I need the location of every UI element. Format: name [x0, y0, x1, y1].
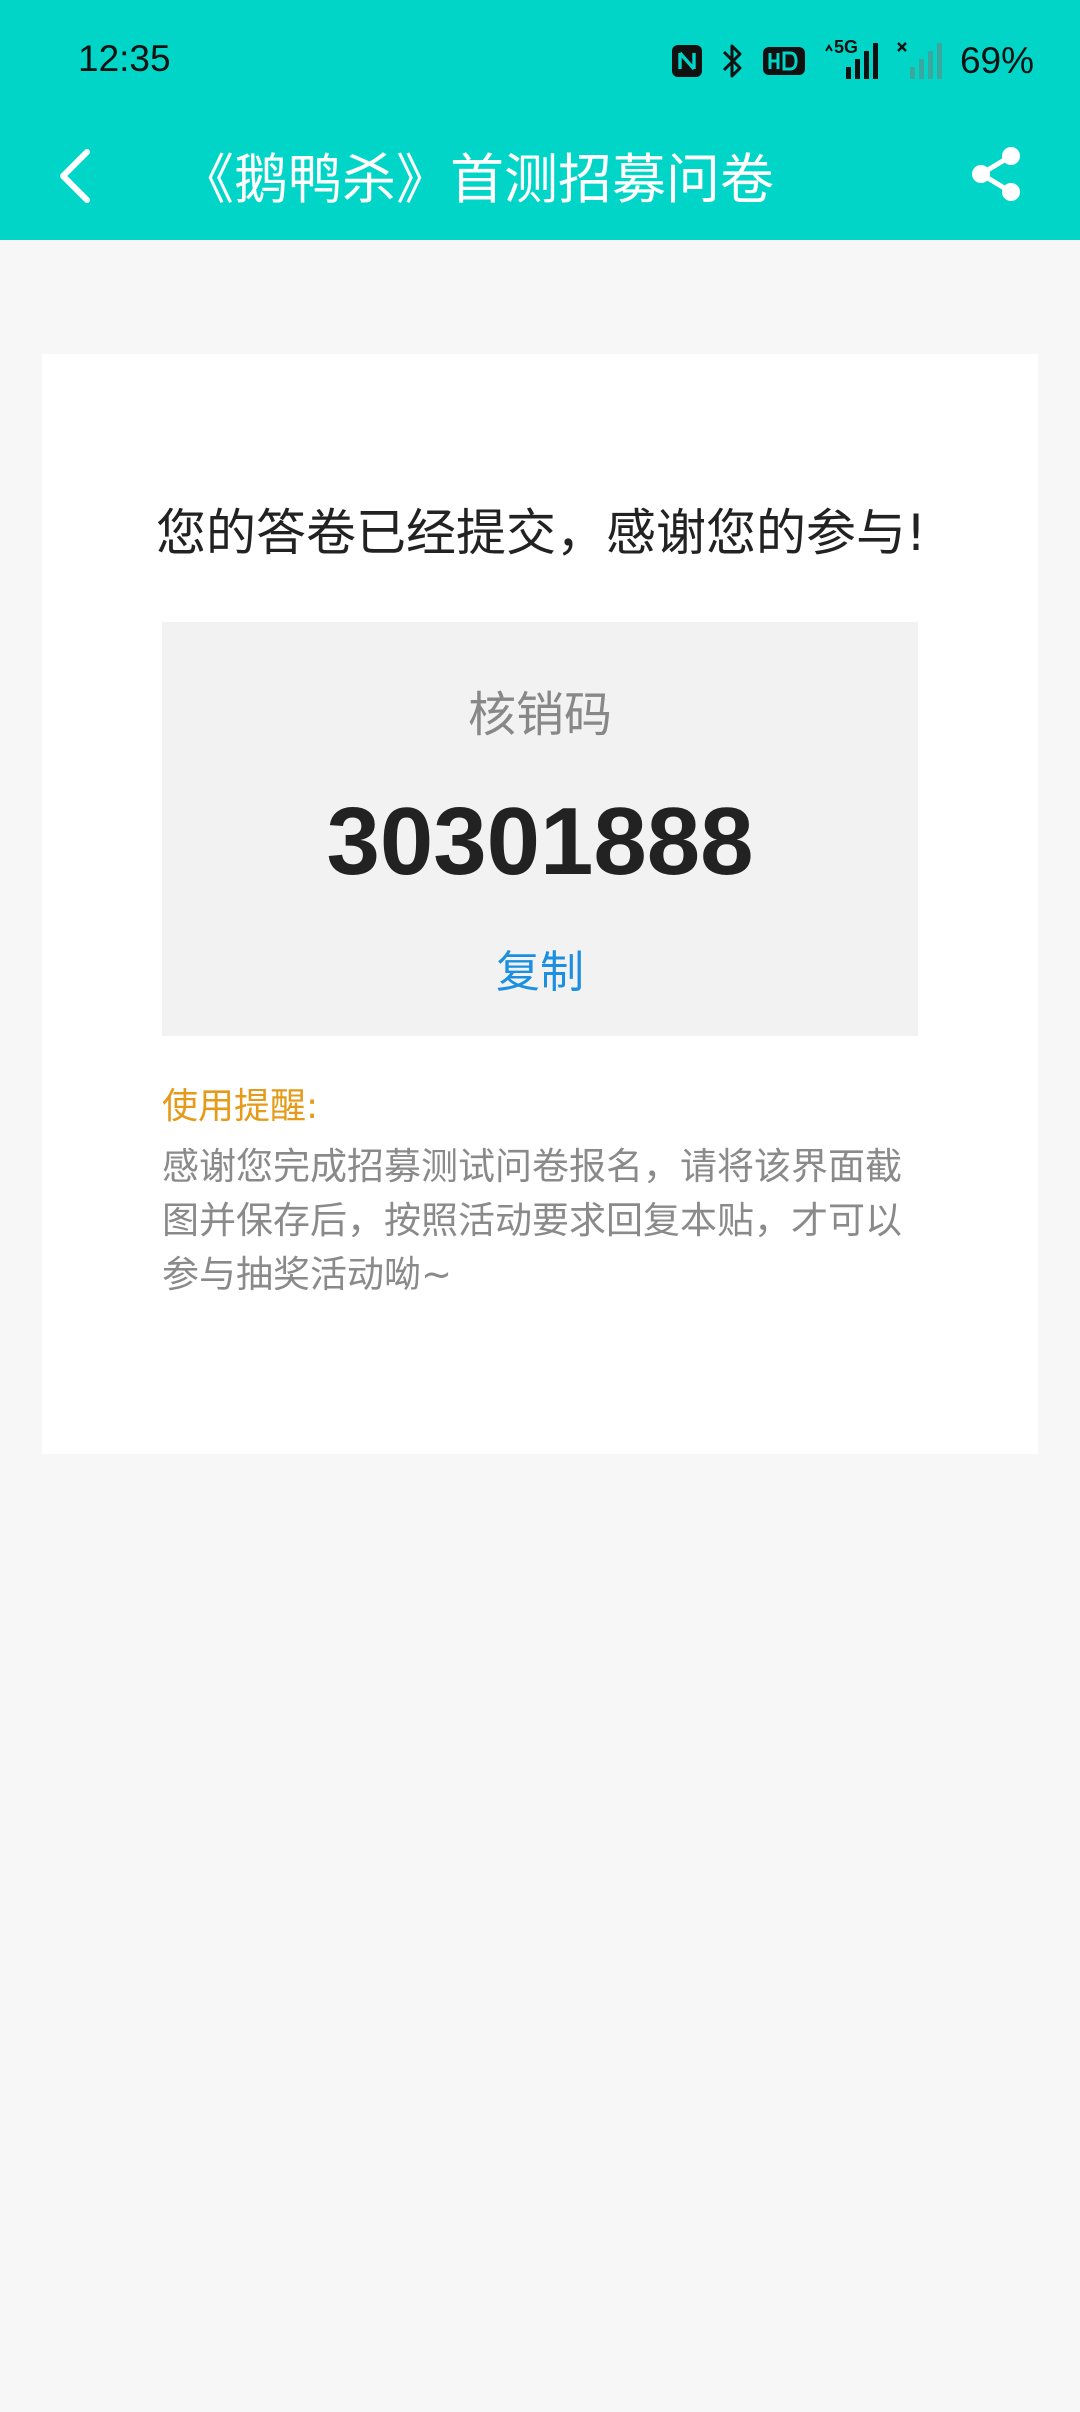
back-button[interactable] [40, 138, 110, 218]
status-icons: 5G 69% [670, 36, 1034, 86]
nfc-icon [670, 43, 704, 79]
share-icon [967, 144, 1025, 208]
redeem-code-box: 核销码 30301888 复制 [162, 622, 918, 1036]
nav-bar: 《鹅鸭杀》首测招募问卷 [0, 124, 1080, 240]
reminder-text: 感谢您完成招募测试问卷报名，请将该界面截图并保存后，按照活动要求回复本贴，才可以… [162, 1145, 902, 1296]
copy-button[interactable]: 复制 [440, 938, 640, 1008]
page-title: 《鹅鸭杀》首测招募问卷 [180, 148, 774, 211]
network-type-label: 5G [833, 37, 858, 57]
signal-no-sim-icon [896, 41, 944, 81]
redeem-code-value: 30301888 [326, 788, 754, 895]
app-header: 12:35 5G 69% 《鹅鸭杀》首测招募问卷 [0, 0, 1080, 240]
battery-percent: 69% [959, 40, 1034, 81]
chevron-left-icon [55, 148, 95, 208]
share-button[interactable] [956, 136, 1036, 216]
submission-thanks-text: 您的答卷已经提交，感谢您的参与! [156, 504, 927, 562]
signal-5g-icon: 5G [822, 37, 880, 81]
redeem-code-label: 核销码 [467, 687, 612, 743]
status-bar: 12:35 5G 69% [0, 0, 1080, 124]
reminder-title: 使用提醒: [162, 1086, 319, 1127]
status-time: 12:35 [78, 38, 171, 79]
bluetooth-icon [720, 42, 746, 80]
hd-icon [762, 45, 806, 77]
result-card: 您的答卷已经提交，感谢您的参与! 核销码 30301888 复制 使用提醒: 感… [42, 354, 1038, 1454]
